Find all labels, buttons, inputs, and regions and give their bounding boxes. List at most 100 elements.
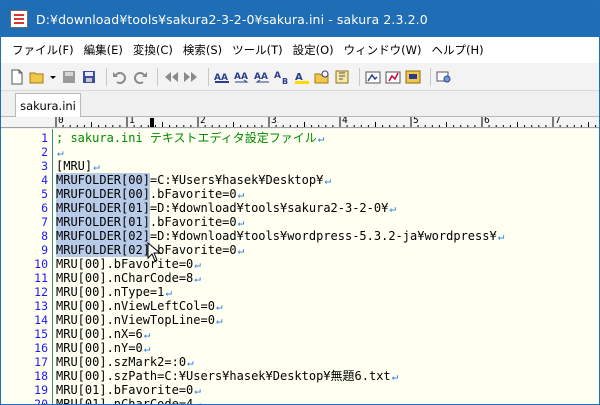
undo-icon[interactable] — [112, 69, 128, 85]
selected-text: MRUFOLDER[01] — [56, 201, 150, 215]
line-content: .bFavorite=0 — [149, 215, 237, 229]
line-text: MRU[00].nY=0↵ — [56, 341, 150, 356]
editor-line[interactable]: 5 MRUFOLDER[00].bFavorite=0↵ — [1, 187, 599, 201]
editor-line[interactable]: 17 MRU[00].szMark2=:0↵ — [1, 355, 599, 369]
editor-line[interactable]: 16 MRU[00].nY=0↵ — [1, 341, 599, 355]
menu-convert[interactable]: 変換(C) — [128, 42, 178, 58]
end-of-line-mark: ↵ — [324, 174, 331, 187]
search-prev-icon[interactable]: AA — [234, 69, 250, 85]
end-of-line-mark: ↵ — [194, 258, 201, 271]
menu-help[interactable]: ヘルプ(H) — [427, 42, 489, 58]
line-text: ↵ — [56, 145, 64, 160]
tab-sakura-ini[interactable]: sakura.ini — [15, 93, 81, 117]
editor-line[interactable]: 2 ↵ — [1, 145, 599, 159]
menu-file[interactable]: ファイル(F) — [7, 42, 79, 58]
line-text: MRU[00].nX=6↵ — [56, 327, 150, 342]
line-number: 13 — [34, 299, 48, 313]
line-content: =C:¥Users¥hasek¥Desktop¥ — [149, 173, 324, 187]
ruler-ticks — [55, 117, 597, 127]
end-of-line-mark: ↵ — [237, 216, 245, 229]
mouse-pointer-icon — [147, 242, 161, 262]
menu-bar: ファイル(F) 編集(E) 変換(C) 検索(S) ツール(T) 設定(O) ウ… — [1, 37, 599, 63]
compare-icon[interactable] — [385, 69, 401, 85]
line-text: MRUFOLDER[00]=C:¥Users¥hasek¥Desktop¥↵ — [56, 173, 331, 188]
menu-window[interactable]: ウィンドウ(W) — [339, 42, 427, 58]
line-text: MRU[00].szMark2=:0↵ — [56, 355, 194, 370]
ruler-label-4: 4 — [342, 117, 348, 126]
toolbar-separator — [208, 67, 209, 86]
editor-line[interactable]: 1 ; sakura.ini テキストエディタ設定ファイル↵ — [1, 131, 599, 145]
line-number: 2 — [41, 145, 48, 159]
title-bar[interactable]: D:¥download¥tools¥sakura2-3-2-0¥sakura.i… — [1, 1, 599, 37]
line-content: MRU[00].bFavorite=0 — [56, 257, 194, 271]
bookmark-icon[interactable] — [334, 69, 350, 85]
line-number: 17 — [34, 355, 48, 369]
line-content: [MRU] — [56, 159, 93, 173]
end-of-line-mark: ↵ — [389, 202, 396, 215]
line-text: MRU[01].nCharCode=4↵ — [56, 397, 201, 404]
tab-label: sakura.ini — [20, 98, 76, 113]
menu-settings[interactable]: 設定(O) — [288, 42, 339, 58]
menu-edit[interactable]: 編集(E) — [79, 42, 128, 58]
editor-line[interactable]: 14 MRU[00].nViewTopLine=0↵ — [1, 313, 599, 327]
search-icon[interactable]: AA — [214, 69, 230, 85]
highlight-icon[interactable]: A — [294, 69, 310, 85]
end-of-line-mark: ↵ — [391, 370, 399, 383]
text-editor[interactable]: 1; sakura.ini テキストエディタ設定ファイル↵ 2 ↵ 3 [MRU]↵ 4 M… — [1, 129, 599, 404]
end-of-line-mark: ↵ — [93, 160, 100, 173]
jump-forward-icon[interactable] — [183, 69, 199, 85]
selected-text: MRUFOLDER[00] — [56, 187, 150, 201]
ruler-label-1: 1 — [129, 117, 135, 126]
line-text: MRUFOLDER[00].bFavorite=0↵ — [56, 187, 244, 202]
replace-icon[interactable]: AB — [274, 69, 290, 85]
line-content: .bFavorite=0 — [149, 187, 237, 201]
editor-line[interactable]: 11 MRU[00].nCharCode=8↵ — [1, 271, 599, 285]
line-number: 9 — [41, 243, 48, 257]
editor-line[interactable]: 3 [MRU]↵ — [1, 159, 599, 173]
editor-line[interactable]: 10 MRU[00].bFavorite=0↵ — [1, 257, 599, 271]
menu-search[interactable]: 検索(S) — [178, 42, 227, 58]
menu-tools[interactable]: ツール(T) — [227, 42, 288, 58]
app-window: D:¥download¥tools¥sakura2-3-2-0¥sakura.i… — [0, 0, 600, 405]
macro-icon[interactable] — [405, 69, 421, 85]
line-text: MRU[00].nViewTopLine=0↵ — [56, 313, 223, 328]
editor-line[interactable]: 13 MRU[00].nViewLeftCol=0↵ — [1, 299, 599, 313]
settings-icon[interactable] — [436, 69, 452, 85]
line-number: 14 — [34, 313, 48, 327]
editor-line[interactable]: 6 MRUFOLDER[01]=D:¥download¥tools¥sakura2… — [1, 201, 599, 215]
editor-line[interactable]: 7 MRUFOLDER[01].bFavorite=0↵ — [1, 215, 599, 229]
search-next-icon[interactable]: AA — [254, 69, 270, 85]
editor-line[interactable]: 20 MRU[01].nCharCode=4↵ — [1, 397, 599, 404]
editor-line[interactable]: 15 MRU[00].nX=6↵ — [1, 327, 599, 341]
toolbar-separator — [359, 67, 360, 86]
grep-icon[interactable] — [314, 69, 330, 85]
editor-line[interactable]: 9 MRUFOLDER[02].bFavorite=0↵ — [1, 243, 599, 257]
save-disabled-icon[interactable] — [61, 69, 77, 85]
end-of-line-mark: ↵ — [497, 230, 505, 243]
dropdown-arrow-icon[interactable] — [49, 69, 57, 85]
line-number: 5 — [41, 187, 48, 201]
line-content: MRU[00].nX=6 — [56, 327, 143, 341]
editor-line[interactable]: 8 MRUFOLDER[02]=D:¥download¥tools¥wordpre… — [1, 229, 599, 243]
selected-text: MRUFOLDER[02] — [56, 243, 150, 257]
editor-line[interactable]: 4 MRUFOLDER[00]=C:¥Users¥hasek¥Desktop¥↵ — [1, 173, 599, 187]
toolbar-separator — [157, 67, 158, 86]
save-all-icon[interactable] — [81, 69, 97, 85]
line-content: ; sakura.ini テキストエディタ設定ファイル — [56, 131, 317, 145]
editor-line[interactable]: 12 MRU[00].nType=1↵ — [1, 285, 599, 299]
line-number: 8 — [41, 229, 48, 243]
new-file-icon[interactable] — [9, 69, 25, 85]
redo-icon[interactable] — [132, 69, 148, 85]
line-text: MRUFOLDER[01].bFavorite=0↵ — [56, 215, 244, 230]
outline-icon[interactable] — [365, 69, 381, 85]
sakura-app-icon[interactable] — [10, 10, 28, 28]
line-content: =D:¥download¥tools¥wordpress-5.3.2-ja¥wo… — [149, 229, 497, 243]
line-text: ; sakura.ini テキストエディタ設定ファイル↵ — [56, 131, 324, 146]
line-content: MRU[00].nY=0 — [56, 341, 143, 355]
open-folder-icon[interactable] — [29, 69, 45, 85]
line-text: MRU[00].nViewLeftCol=0↵ — [56, 299, 223, 314]
editor-line[interactable]: 18 MRU[00].szPath=C:¥Users¥hasek¥Desktop¥… — [1, 369, 599, 383]
end-of-line-mark: ↵ — [143, 328, 151, 341]
jump-back-icon[interactable] — [163, 69, 179, 85]
editor-line[interactable]: 19 MRU[01].bFavorite=0↵ — [1, 383, 599, 397]
